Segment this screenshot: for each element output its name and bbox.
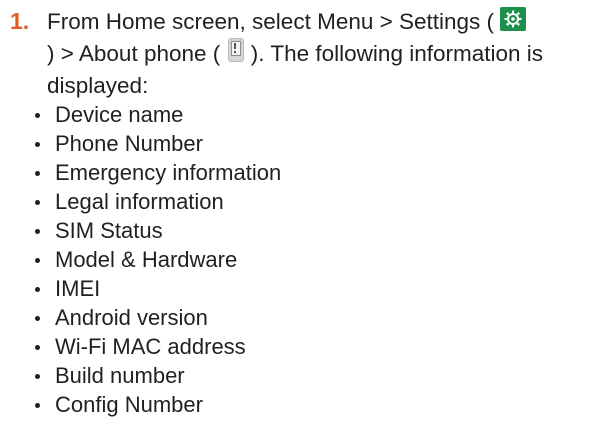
bullet-icon <box>35 287 40 292</box>
step-number: 1. <box>10 8 30 34</box>
bullet-icon <box>35 374 40 379</box>
bullet-icon <box>35 200 40 205</box>
list-item: Android version <box>34 303 281 332</box>
step-text: From Home screen, select Menu > Settings… <box>47 6 587 102</box>
bullet-icon <box>35 258 40 263</box>
step-line-1-text: From Home screen, select Menu > Settings… <box>47 9 495 34</box>
list-item: Legal information <box>34 187 281 216</box>
list-item: IMEI <box>34 274 281 303</box>
step-line-3: displayed: <box>47 70 587 102</box>
step-line-2-prefix: ) > About phone ( <box>47 41 221 66</box>
bullet-icon <box>35 345 40 350</box>
step-line-1: From Home screen, select Menu > Settings… <box>47 6 587 38</box>
bullet-icon <box>35 142 40 147</box>
gear-icon <box>500 7 527 31</box>
list-item: Device name <box>34 100 281 129</box>
list-item: Emergency information <box>34 158 281 187</box>
list-item: Build number <box>34 361 281 390</box>
phone-info-icon <box>227 38 245 62</box>
bullet-icon <box>35 229 40 234</box>
bullet-icon <box>35 171 40 176</box>
info-list: Device name Phone Number Emergency infor… <box>34 100 281 419</box>
list-item: Phone Number <box>34 129 281 158</box>
bullet-icon <box>35 113 40 118</box>
step-line-2: ) > About phone ( ). The following infor… <box>47 38 587 70</box>
list-item: Model & Hardware <box>34 245 281 274</box>
bullet-icon <box>35 403 40 408</box>
list-item: SIM Status <box>34 216 281 245</box>
list-item: Config Number <box>34 390 281 419</box>
bullet-icon <box>35 316 40 321</box>
list-item: Wi-Fi MAC address <box>34 332 281 361</box>
step-line-3-text: displayed: <box>47 73 149 98</box>
step-line-2-suffix: ). The following information is <box>250 41 544 66</box>
